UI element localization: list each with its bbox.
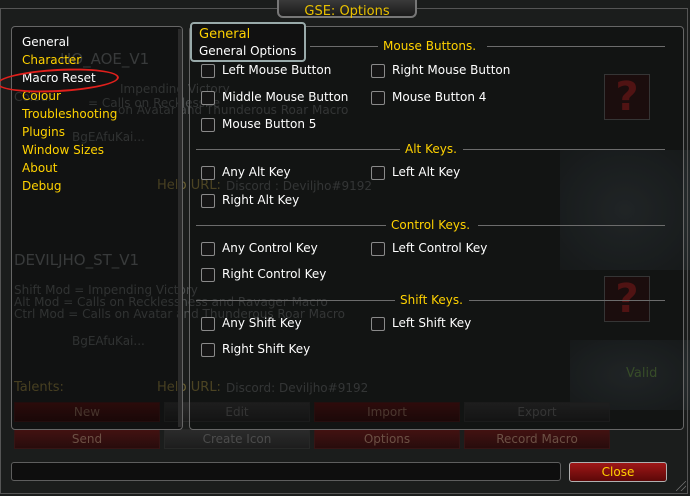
status-bar [11, 462, 561, 481]
checkbox-label: Right Control Key [222, 267, 327, 281]
checkbox-label: Left Alt Key [392, 165, 461, 179]
checkbox-box[interactable] [201, 242, 215, 256]
checkbox-label: Right Alt Key [222, 193, 300, 207]
group-tab-subtitle: General Options [199, 44, 297, 58]
options-tree: General Character Macro Reset Colour Tro… [11, 26, 183, 430]
group-tab-general[interactable]: General General Options [190, 22, 306, 62]
checkbox-box[interactable] [371, 317, 385, 331]
bg-create-icon-button: Create Icon [164, 429, 310, 449]
group-tab-title: General [199, 27, 251, 42]
checkbox-label: Middle Mouse Button [222, 90, 349, 104]
checkbox-box[interactable] [371, 242, 385, 256]
checkbox-label: Any Shift Key [222, 316, 302, 330]
section-divider [478, 225, 665, 226]
resize-grip-icon[interactable] [676, 481, 686, 491]
checkbox-box[interactable] [201, 64, 215, 78]
tree-item-character[interactable]: Character [22, 53, 81, 67]
checkbox-box[interactable] [201, 91, 215, 105]
checkbox-label: Any Alt Key [222, 165, 291, 179]
tree-item-general[interactable]: General [22, 35, 69, 49]
checkbox-label: Right Mouse Button [392, 63, 511, 77]
section-header-alt: Alt Keys. [405, 142, 457, 156]
section-header-control: Control Keys. [391, 218, 471, 232]
section-header-mouse: Mouse Buttons. [383, 39, 477, 53]
tree-item-macro-reset[interactable]: Macro Reset [22, 71, 96, 85]
window-title-bar[interactable]: GSE: Options [277, 0, 417, 19]
checkbox-label: Mouse Button 4 [392, 90, 487, 104]
checkbox-label: Left Mouse Button [222, 63, 332, 77]
bg-options-button: Options [314, 429, 460, 449]
checkbox-box[interactable] [371, 64, 385, 78]
checkbox-box[interactable] [201, 268, 215, 282]
checkbox-box[interactable] [201, 194, 215, 208]
section-divider [196, 149, 400, 150]
section-divider [196, 300, 395, 301]
checkbox-label: Any Control Key [222, 241, 318, 255]
tree-item-about[interactable]: About [22, 161, 57, 175]
bg-send-button: Send [14, 429, 160, 449]
tree-scrollbar[interactable] [178, 29, 182, 427]
checkbox-box[interactable] [201, 343, 215, 357]
checkbox-box[interactable] [201, 166, 215, 180]
section-divider [469, 300, 665, 301]
tree-item-troubleshooting[interactable]: Troubleshooting [22, 107, 117, 121]
checkbox-box[interactable] [201, 118, 215, 132]
close-button[interactable]: Close [569, 462, 667, 482]
checkbox-label: Mouse Button 5 [222, 117, 317, 131]
checkbox-box[interactable] [371, 166, 385, 180]
checkbox-label: Right Shift Key [222, 342, 311, 356]
checkbox-box[interactable] [201, 317, 215, 331]
section-divider [463, 149, 665, 150]
section-divider [310, 46, 378, 47]
checkbox-label: Left Control Key [392, 241, 488, 255]
bg-record-macro-button: Record Macro [464, 429, 610, 449]
tree-item-window-sizes[interactable]: Window Sizes [22, 143, 104, 157]
checkbox-box[interactable] [371, 91, 385, 105]
tree-item-colour[interactable]: Colour [22, 89, 61, 103]
window-title: GSE: Options [304, 4, 390, 19]
tree-item-plugins[interactable]: Plugins [22, 125, 65, 139]
tree-item-debug[interactable]: Debug [22, 179, 61, 193]
section-header-shift: Shift Keys. [400, 293, 463, 307]
section-divider [487, 46, 665, 47]
section-divider [196, 225, 386, 226]
checkbox-label: Left Shift Key [392, 316, 472, 330]
